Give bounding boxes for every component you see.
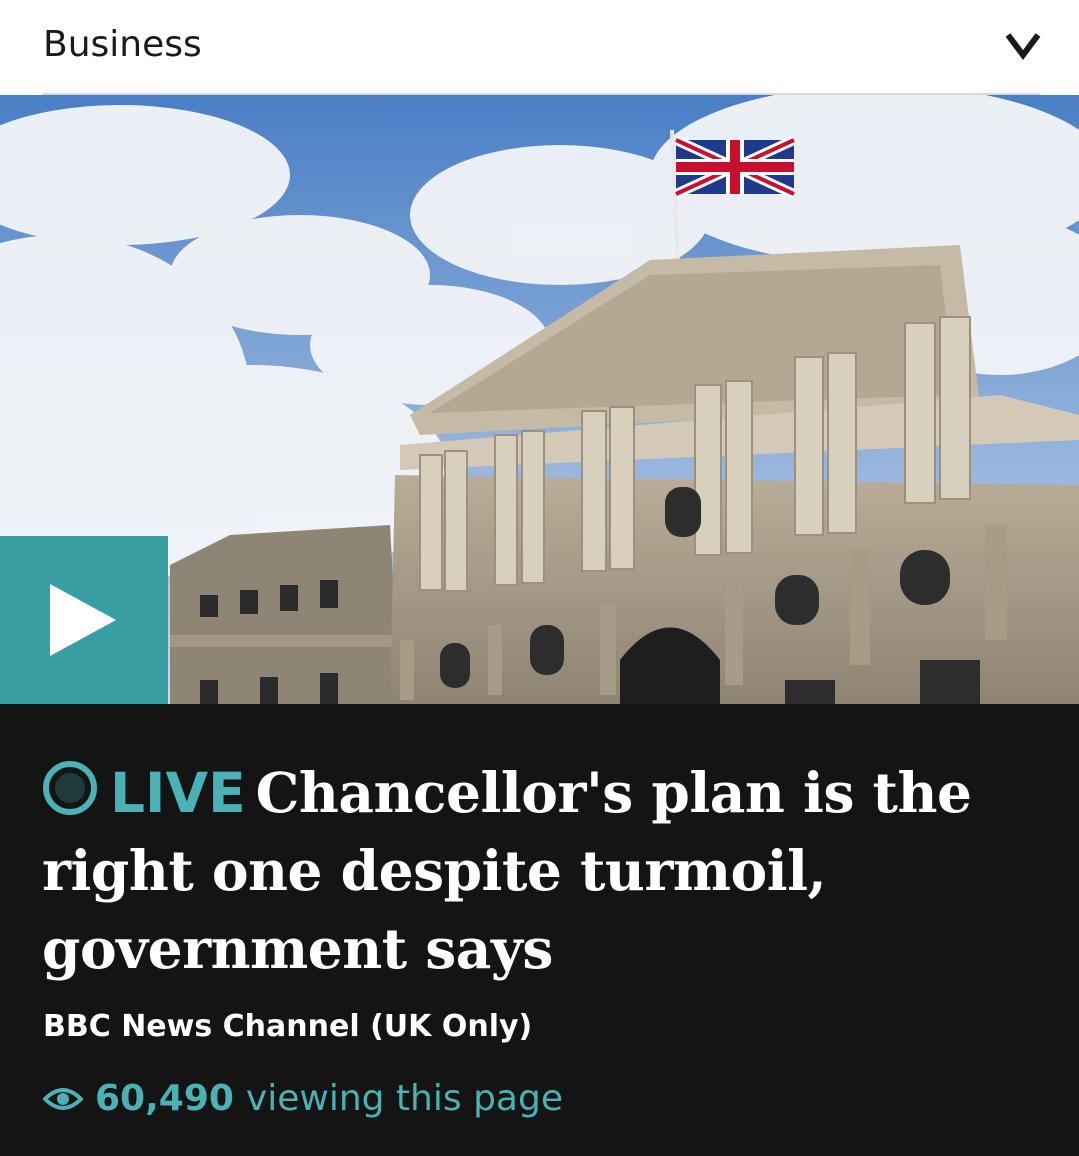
section-header[interactable]: Business bbox=[0, 0, 1079, 95]
story-panel[interactable]: LIVE Chancellor's plan is the right one d… bbox=[0, 704, 1079, 1156]
section-title: Business bbox=[43, 24, 202, 65]
play-icon bbox=[50, 584, 116, 656]
chevron-down-icon[interactable] bbox=[1005, 30, 1041, 60]
live-indicator-icon bbox=[43, 761, 97, 815]
play-video-button[interactable] bbox=[0, 536, 168, 704]
channel-name: BBC News Channel (UK Only) bbox=[43, 1009, 533, 1044]
live-label: LIVE bbox=[110, 761, 246, 825]
viewer-count: 60,490 bbox=[95, 1078, 234, 1119]
eye-icon bbox=[43, 1087, 83, 1110]
story-headline[interactable]: LIVE Chancellor's plan is the right one d… bbox=[42, 754, 1042, 988]
viewer-suffix: viewing this page bbox=[245, 1078, 563, 1119]
viewer-count-row: 60,490 viewing this page bbox=[43, 1078, 563, 1119]
